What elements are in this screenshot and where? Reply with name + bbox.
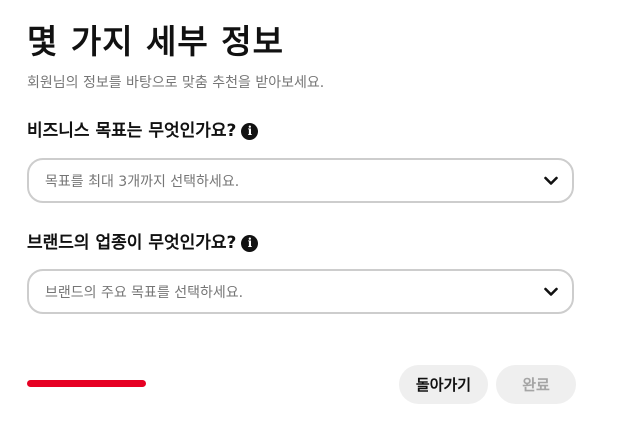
info-icon[interactable]: i (241, 122, 259, 140)
chevron-down-icon (544, 285, 558, 299)
industry-label: 브랜드의 업종이 무엇인가요? (27, 233, 237, 253)
page-title: 몇 가지 세부 정보 (27, 22, 284, 61)
industry-placeholder: 브랜드의 주요 목표를 선택하세요. (45, 284, 244, 301)
business-goal-question: 비즈니스 목표는 무엇인가요? i (27, 119, 259, 143)
industry-select[interactable]: 브랜드의 주요 목표를 선택하세요. (27, 269, 574, 314)
progress-bar (27, 380, 146, 387)
business-goal-placeholder: 목표를 최대 3개까지 선택하세요. (45, 173, 240, 190)
industry-question: 브랜드의 업종이 무엇인가요? i (27, 231, 259, 255)
done-button[interactable]: 완료 (496, 365, 576, 404)
back-button[interactable]: 돌아가기 (399, 365, 488, 404)
business-goal-select[interactable]: 목표를 최대 3개까지 선택하세요. (27, 158, 574, 203)
info-icon[interactable]: i (241, 234, 259, 252)
page-subtitle: 회원님의 정보를 바탕으로 맞춤 추천을 받아보세요. (27, 75, 325, 91)
chevron-down-icon (544, 174, 558, 188)
business-goal-label: 비즈니스 목표는 무엇인가요? (27, 121, 237, 141)
